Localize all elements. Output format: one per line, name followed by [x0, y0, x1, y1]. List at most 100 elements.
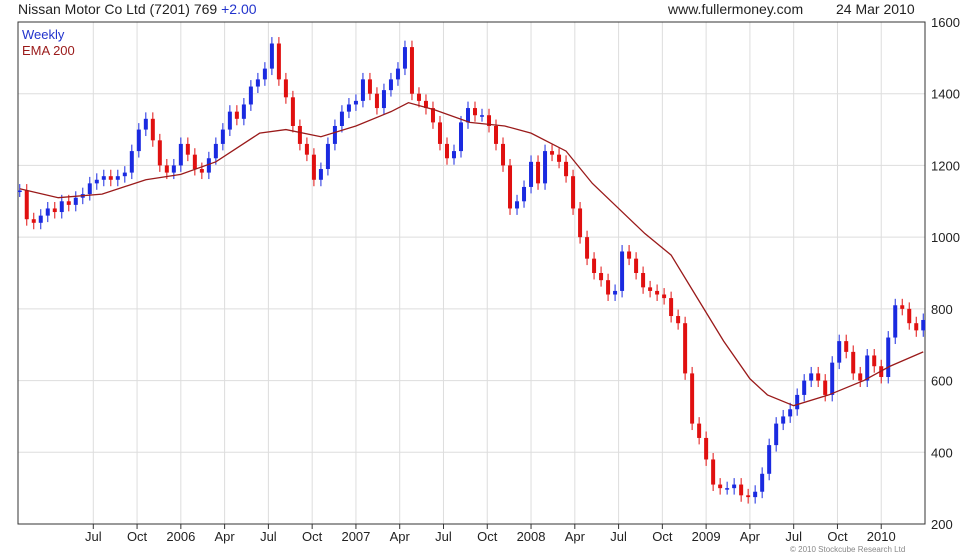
x-tick-label: Oct: [652, 529, 673, 544]
candle-body: [444, 143, 449, 159]
candle-body: [592, 258, 597, 273]
candle-body: [571, 176, 576, 209]
x-tick-label: Jul: [435, 529, 452, 544]
candle-body: [402, 47, 407, 69]
candle-body: [409, 47, 414, 94]
candle-body: [816, 373, 821, 381]
candle-body: [269, 43, 274, 69]
x-tick-label: Apr: [565, 529, 586, 544]
candle-body: [248, 86, 253, 105]
candle-body: [339, 111, 344, 126]
candle-body: [458, 122, 463, 152]
candle-body: [395, 68, 400, 80]
candle-body: [178, 143, 183, 166]
candle-body: [234, 111, 239, 119]
x-tick-label: Apr: [390, 529, 411, 544]
x-tick-label: 2006: [166, 529, 195, 544]
x-tick-label: Apr: [740, 529, 761, 544]
candle-body: [122, 172, 127, 177]
candle-body: [746, 495, 751, 498]
candle-body: [213, 143, 218, 159]
candle-body: [760, 473, 765, 492]
x-tick-label: Oct: [477, 529, 498, 544]
candle-body: [606, 280, 611, 295]
candle-body: [297, 125, 302, 144]
candle-body: [830, 362, 835, 395]
candle-body: [416, 93, 421, 101]
candle-body: [550, 151, 555, 155]
candle-body: [697, 423, 702, 438]
candle-body: [557, 154, 562, 162]
candle-body: [388, 79, 393, 91]
candle-body: [732, 484, 737, 489]
candle-body: [886, 337, 891, 377]
candle-body: [129, 151, 134, 173]
candle-body: [564, 161, 569, 177]
candle-body: [753, 491, 758, 498]
candle-body: [767, 445, 772, 474]
x-tick-label: Jul: [785, 529, 802, 544]
candle-body: [157, 140, 162, 166]
candle-body: [241, 104, 246, 119]
x-tick-label: 2008: [517, 529, 546, 544]
candle-body: [662, 294, 667, 299]
price-chart: 200 400 600 800 1000 1200 1400 1600 Jul Oct 2006 Ap…: [17, 15, 960, 544]
candle-body: [501, 143, 506, 166]
plot-frame: [17, 21, 926, 525]
candle-body: [900, 305, 905, 309]
candle-body: [381, 90, 386, 109]
candle-body: [465, 108, 470, 123]
candle-body: [59, 201, 64, 213]
candle-body: [627, 251, 632, 259]
candle-body: [578, 208, 583, 238]
y-tick-label: 1200: [931, 158, 960, 173]
y-tick-label: 400: [931, 445, 953, 460]
y-tick-label: 1600: [931, 15, 960, 30]
candle-body: [508, 165, 513, 209]
candle-body: [283, 79, 288, 98]
candle-body: [150, 118, 155, 141]
candle-body: [893, 305, 898, 338]
candle-body: [781, 416, 786, 424]
candle-body: [171, 165, 176, 173]
x-tick-label: Oct: [127, 529, 148, 544]
candle-body: [480, 115, 485, 117]
x-tick-label: 2007: [341, 529, 370, 544]
candle-body: [73, 197, 78, 205]
candle-body: [318, 169, 323, 180]
candle-body: [599, 273, 604, 281]
y-tick-label: 1000: [931, 230, 960, 245]
candle-body: [87, 183, 92, 195]
candle-body: [227, 111, 232, 130]
x-tick-label: Jul: [260, 529, 277, 544]
candle-body: [220, 129, 225, 144]
candle-body: [451, 151, 456, 159]
candle-body: [346, 104, 351, 112]
candle-body: [52, 208, 57, 213]
candle-body: [865, 355, 870, 381]
candle-body: [332, 125, 337, 144]
candle-body: [613, 290, 618, 295]
candle-body: [669, 298, 674, 317]
candle-body: [94, 179, 99, 184]
candle-body: [325, 143, 330, 170]
candle-body: [262, 68, 267, 80]
candle-body: [802, 380, 807, 395]
candle-body: [529, 161, 534, 187]
x-tick-label: Jul: [85, 529, 102, 544]
candle-body: [641, 273, 646, 288]
candle-body: [788, 409, 793, 417]
candle-body: [304, 143, 309, 155]
candle-body: [24, 190, 29, 220]
candle-body: [585, 237, 590, 259]
x-tick-label: Oct: [302, 529, 323, 544]
candle-body: [473, 108, 478, 116]
candle-body: [255, 79, 260, 87]
x-tick-label: 2009: [692, 529, 721, 544]
candle-body: [536, 161, 541, 184]
candle-body: [795, 394, 800, 410]
candle-body: [907, 308, 912, 324]
candle-body: [739, 484, 744, 496]
candle-body: [185, 143, 190, 155]
candle-body: [914, 323, 919, 331]
